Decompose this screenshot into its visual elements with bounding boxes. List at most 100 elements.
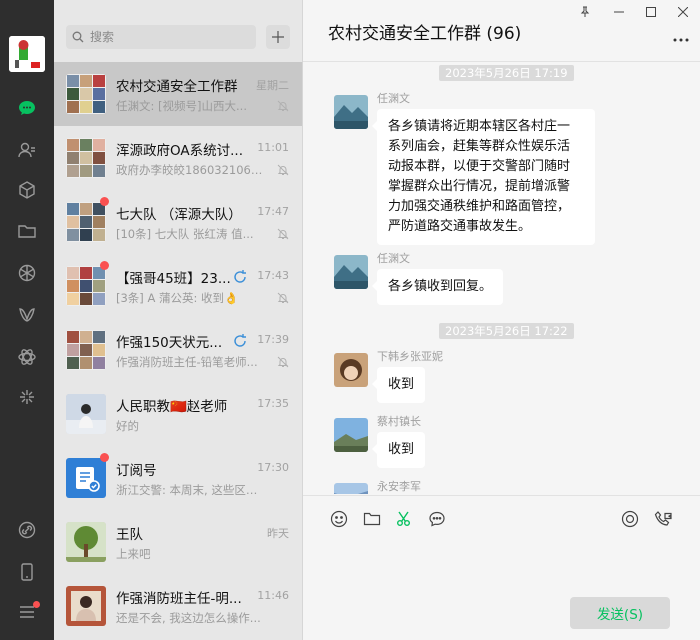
- chat-name: 人民职教🇨🇳赵老师: [116, 399, 228, 415]
- add-chat-button[interactable]: [266, 25, 290, 49]
- more-options-icon[interactable]: [672, 30, 690, 42]
- chat-item[interactable]: 浑源政府OA系统讨... 11:01 政府办李皎皎18603210695...: [54, 126, 302, 190]
- sender-name: 永安李军: [377, 480, 421, 493]
- unread-badge: [100, 453, 109, 462]
- chat-name: 作强消防班主任-明...: [116, 591, 242, 607]
- timestamp: 2023年5月26日 17:19: [439, 65, 574, 81]
- phone-icon[interactable]: [15, 560, 39, 584]
- chat-time: 17:43: [257, 269, 289, 282]
- contacts-icon[interactable]: [15, 138, 39, 162]
- message-bubble[interactable]: 收到: [371, 367, 426, 403]
- timestamp: 2023年5月26日 17:22: [439, 323, 574, 339]
- nav-rail: [0, 0, 54, 640]
- chat-time: 17:39: [257, 333, 289, 346]
- message-bubble[interactable]: 各乡镇收到回复。: [371, 269, 504, 305]
- call-icon[interactable]: [653, 509, 673, 529]
- sender-avatar[interactable]: [334, 95, 368, 129]
- chat-preview: [10条] 七大队 张红涛 值...: [116, 227, 254, 241]
- chat-name: 王队: [116, 527, 143, 543]
- chat-name: 作强150天状元...: [116, 335, 223, 351]
- message-bubble[interactable]: 收到: [371, 432, 426, 468]
- screenshot-icon[interactable]: [394, 509, 414, 529]
- sender-name: 下韩乡张亚妮: [377, 350, 443, 363]
- group-avatar: [66, 330, 106, 370]
- message-line: 收到: [388, 442, 415, 457]
- chat-item[interactable]: 【强哥45班】23... 17:43 [3条] A 蒲公英: 收到👌: [54, 254, 302, 318]
- chat-preview: 作强消防班主任-铅笔老师...: [116, 355, 258, 369]
- group-avatar: [66, 138, 106, 178]
- emoji-icon[interactable]: [329, 509, 349, 529]
- mute-bell-icon: [277, 164, 289, 176]
- input-toolbar: [303, 495, 700, 540]
- mute-bell-icon: [277, 292, 289, 304]
- search-input[interactable]: [90, 30, 240, 44]
- chat-item[interactable]: 订阅号 17:30 浙江交警: 本周末, 这些区域...: [54, 446, 302, 510]
- subscription-avatar: [66, 458, 106, 498]
- refresh-icon: [234, 334, 246, 347]
- sender-avatar[interactable]: [334, 418, 368, 452]
- folder-icon[interactable]: [15, 219, 39, 243]
- mini-programs-icon[interactable]: [15, 385, 39, 409]
- chat-name: 【强哥45班】23...: [116, 271, 231, 287]
- chat-name: 七大队 （浑源大队）: [116, 207, 242, 223]
- chat-item[interactable]: 农村交通安全工作群 星期二 任渊文: [视频号]山西大...: [54, 62, 302, 126]
- chat-pane: 农村交通安全工作群 (96) 2023年5月26日 17:19 任渊文 各乡镇请…: [303, 0, 700, 640]
- refresh-icon: [234, 270, 246, 283]
- chat-time: 17:35: [257, 397, 289, 410]
- chat-preview: 上来吧: [116, 547, 151, 561]
- link-icon[interactable]: [15, 518, 39, 542]
- chat-title: 农村交通安全工作群 (96): [328, 24, 522, 44]
- contact-avatar: [66, 394, 106, 434]
- unread-badge: [100, 261, 109, 270]
- sender-avatar[interactable]: [334, 483, 368, 494]
- chat-preview: 浙江交警: 本周末, 这些区域...: [116, 483, 264, 497]
- mute-bell-icon: [277, 356, 289, 368]
- chat-item[interactable]: 七大队 （浑源大队） 17:47 [10条] 七大队 张红涛 值...: [54, 190, 302, 254]
- message-line: 各乡镇请将近期本辖区各村庄一: [388, 119, 571, 134]
- maximize-icon[interactable]: [643, 4, 659, 20]
- message-bubble[interactable]: 各乡镇请将近期本辖区各村庄一 系列庙会，赶集等群众性娱乐活 动报本群，以便于交警…: [372, 109, 595, 245]
- close-icon[interactable]: [675, 4, 691, 20]
- contact-avatar: [66, 522, 106, 562]
- sender-name: 蔡村镇长: [377, 415, 421, 428]
- chat-time: 17:47: [257, 205, 289, 218]
- mute-bell-icon: [277, 228, 289, 240]
- chat-history-icon[interactable]: [427, 509, 447, 529]
- user-avatar[interactable]: [9, 36, 45, 72]
- chats-icon[interactable]: [15, 96, 39, 120]
- message-line: 掌握群众出行情况，提前增派警: [388, 179, 571, 194]
- sender-avatar[interactable]: [334, 353, 368, 387]
- live-icon[interactable]: [620, 509, 640, 529]
- chat-header: 农村交通安全工作群 (96): [303, 0, 700, 62]
- message-list: 2023年5月26日 17:19 任渊文 各乡镇请将近期本辖区各村庄一 系列庙会…: [303, 62, 700, 494]
- chat-preview: 政府办李皎皎18603210695...: [116, 163, 264, 177]
- chat-time: 11:46: [257, 589, 289, 602]
- file-icon[interactable]: [362, 509, 382, 529]
- chat-time: 17:30: [257, 461, 289, 474]
- minimize-icon[interactable]: [611, 4, 627, 20]
- cube-icon[interactable]: [15, 178, 39, 202]
- channels-icon[interactable]: [15, 303, 39, 327]
- chat-item[interactable]: 人民职教🇨🇳赵老师 17:35 好的: [54, 382, 302, 446]
- chat-time: 11:01: [257, 141, 289, 154]
- plus-icon: [272, 31, 284, 43]
- message-line: 系列庙会，赶集等群众性娱乐活: [388, 139, 571, 154]
- contact-avatar: [66, 586, 106, 626]
- pin-icon[interactable]: [577, 4, 593, 20]
- moments-icon[interactable]: [15, 261, 39, 285]
- unread-badge: [100, 197, 109, 206]
- chat-item[interactable]: 王队 昨天 上来吧: [54, 510, 302, 574]
- message-line: 严防道路交通事故发生。: [388, 219, 532, 234]
- chat-item[interactable]: 作强消防班主任-明... 11:46 还是不会, 我这边怎么操作...: [54, 574, 302, 638]
- chat-item[interactable]: 作强150天状元... 17:39 作强消防班主任-铅笔老师...: [54, 318, 302, 382]
- search-box[interactable]: [66, 25, 256, 49]
- send-button[interactable]: 发送(S): [570, 597, 670, 629]
- search-icon: [66, 25, 90, 49]
- sender-avatar[interactable]: [334, 255, 368, 289]
- menu-notification-dot: [33, 601, 40, 608]
- group-avatar: [66, 202, 106, 242]
- sender-name: 任渊文: [377, 252, 410, 265]
- mute-bell-icon: [277, 100, 289, 112]
- search-feature-icon[interactable]: [15, 345, 39, 369]
- chat-time: 星期二: [256, 79, 289, 92]
